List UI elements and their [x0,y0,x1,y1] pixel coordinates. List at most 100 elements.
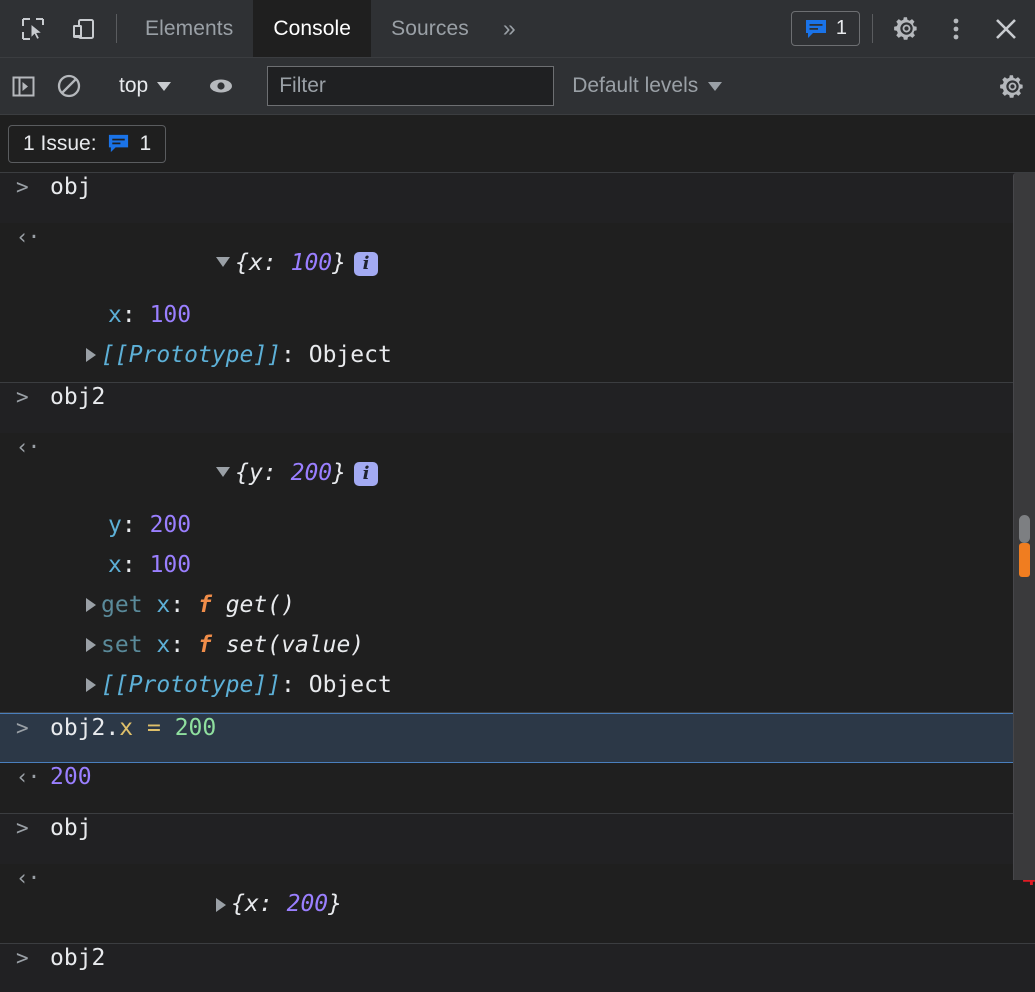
expand-toggle-icon[interactable] [86,678,96,692]
console-command-line[interactable]: > obj [0,814,1035,864]
info-icon[interactable]: i [354,251,378,276]
filter-input[interactable] [279,74,543,98]
expand-toggle-icon[interactable] [216,257,231,267]
object-property-row[interactable]: x: 100 [0,302,1035,342]
issue-message-icon [805,19,826,38]
object-prototype-row[interactable]: [[Prototype]]: Object [0,342,1035,382]
log-levels-label: Default levels [572,74,699,97]
console-command-line[interactable]: > obj2 2 [0,383,1035,433]
expand-toggle-icon[interactable] [86,598,96,612]
log-levels-selector[interactable]: Default levels [560,74,734,98]
issues-counter-button[interactable]: 1 [790,11,860,46]
close-devtools-button[interactable] [981,0,1031,57]
object-accessor-row[interactable]: set x: f set(value) [0,632,1035,672]
prototype-value: Object [308,342,392,368]
issues-banner-count: 1 [139,131,152,155]
issue-message-icon [108,134,128,153]
result-arrow-icon: ‹· [16,435,40,459]
preview-brace-close: } [332,460,346,486]
clear-console-button[interactable] [46,58,92,114]
info-icon[interactable]: i [354,461,378,486]
property-value: 200 [149,512,192,538]
close-icon [996,18,1016,39]
console-message-area[interactable]: > obj 1 ‹· { x: 100} i x: 100 [[Prototype]… [0,173,1035,992]
accessor-kind: set [101,632,143,658]
kebab-menu-icon [953,18,959,39]
property-value: 100 [149,302,192,328]
expand-toggle-icon[interactable] [216,467,231,477]
token-operator: = [146,715,161,741]
command-text: obj2.x = 200 [50,714,989,741]
prompt-arrow-icon: > [16,175,29,199]
accessor-key: x [156,592,171,618]
object-property-row[interactable]: y: 200 [0,512,1035,552]
console-settings-button[interactable] [989,73,1035,100]
tab-elements[interactable]: Elements [125,0,253,57]
result-arrow-icon: ‹· [16,866,40,890]
object-accessor-row[interactable]: get x: f get() [0,592,1035,632]
token-number: 200 [174,715,217,741]
console-group: > obj2 2 ‹· {y: 200}i y: 200 x: 100 [0,383,1035,713]
more-options-button[interactable] [931,0,981,57]
preview-brace-open: { [235,250,250,276]
console-scrollbar[interactable] [1013,173,1035,880]
console-group: > obj ‹· {x: 200} 4 [0,814,1035,944]
tab-console-label: Console [273,16,352,40]
issues-count-label: 1 [835,17,847,39]
accessor-key: x [156,632,171,658]
console-sidebar-toggle-button[interactable] [0,58,46,114]
device-toolbar-icon [73,18,94,39]
prompt-arrow-icon: > [16,716,29,740]
console-command-line[interactable]: > obj2 [0,944,1035,992]
gear-icon [893,17,917,40]
console-group: > obj2.x = 200 3 ‹· 200 [0,713,1035,814]
console-toolbar: top Default levels [0,58,1035,115]
execution-context-selector[interactable]: top [109,74,181,98]
console-message-list: > obj 1 ‹· { x: 100} i x: 100 [[Prototype]… [0,173,1035,992]
prompt-arrow-icon: > [16,946,29,970]
inspect-cursor-icon-button[interactable] [8,0,58,57]
device-toolbar-icon-button[interactable] [58,0,108,57]
prototype-key: [[Prototype]] [101,672,282,698]
object-preview: {x: 100} i [50,223,1035,302]
command-text: obj2 [50,384,106,410]
chevron-down-icon [708,81,723,91]
command-text: obj [50,174,92,200]
preview-key: x [245,891,259,917]
tab-console[interactable]: Console [253,0,372,57]
console-result-line[interactable]: ‹· {y: 200} i [0,433,1035,512]
prompt-arrow-icon: > [16,816,29,840]
token-dot: . [105,715,120,741]
expand-toggle-icon[interactable] [86,348,96,362]
property-key: y [108,512,122,538]
console-group: > obj2 ‹· {y: 200}i y: 200 x: 2005 get x… [0,944,1035,992]
console-command-line[interactable]: > obj 1 [0,173,1035,223]
console-command-line-selected[interactable]: > obj2.x = 200 3 [0,713,1035,763]
chevron-double-right-icon: » [502,15,516,41]
preview-sep: : [258,891,287,917]
scrollbar-thumb[interactable] [1019,515,1030,543]
devtools-tabbar: Elements Console Sources » 1 [0,0,1035,58]
issues-banner-button[interactable]: 1 Issue: 1 [8,124,167,163]
console-result-line[interactable]: ‹· {x: 100} i [0,223,1035,302]
preview-key: y [249,460,263,486]
console-result-line[interactable]: ‹· {x: 200} 4 [0,864,1035,943]
preview-brace-close: } [332,250,346,276]
command-text: obj2 [50,945,106,971]
tab-sources[interactable]: Sources [371,0,489,57]
expand-toggle-icon[interactable] [216,897,227,912]
live-expression-button[interactable] [198,58,244,114]
settings-button[interactable] [881,0,931,57]
console-sidebar-toggle-icon [12,76,34,96]
tab-sources-label: Sources [391,16,469,40]
console-result-line[interactable]: ‹· 200 [0,763,1035,813]
prompt-arrow-icon: > [16,385,29,409]
scrollbar-warning-marker [1019,543,1030,577]
expand-toggle-icon[interactable] [86,638,96,652]
more-tabs-button[interactable]: » [489,0,530,57]
filter-input-wrapper[interactable] [267,66,555,106]
preview-value: 200 [290,460,333,486]
object-property-row[interactable]: x: 100 [0,552,1035,592]
gear-icon [999,74,1023,98]
object-prototype-row[interactable]: [[Prototype]]: Object [0,672,1035,712]
